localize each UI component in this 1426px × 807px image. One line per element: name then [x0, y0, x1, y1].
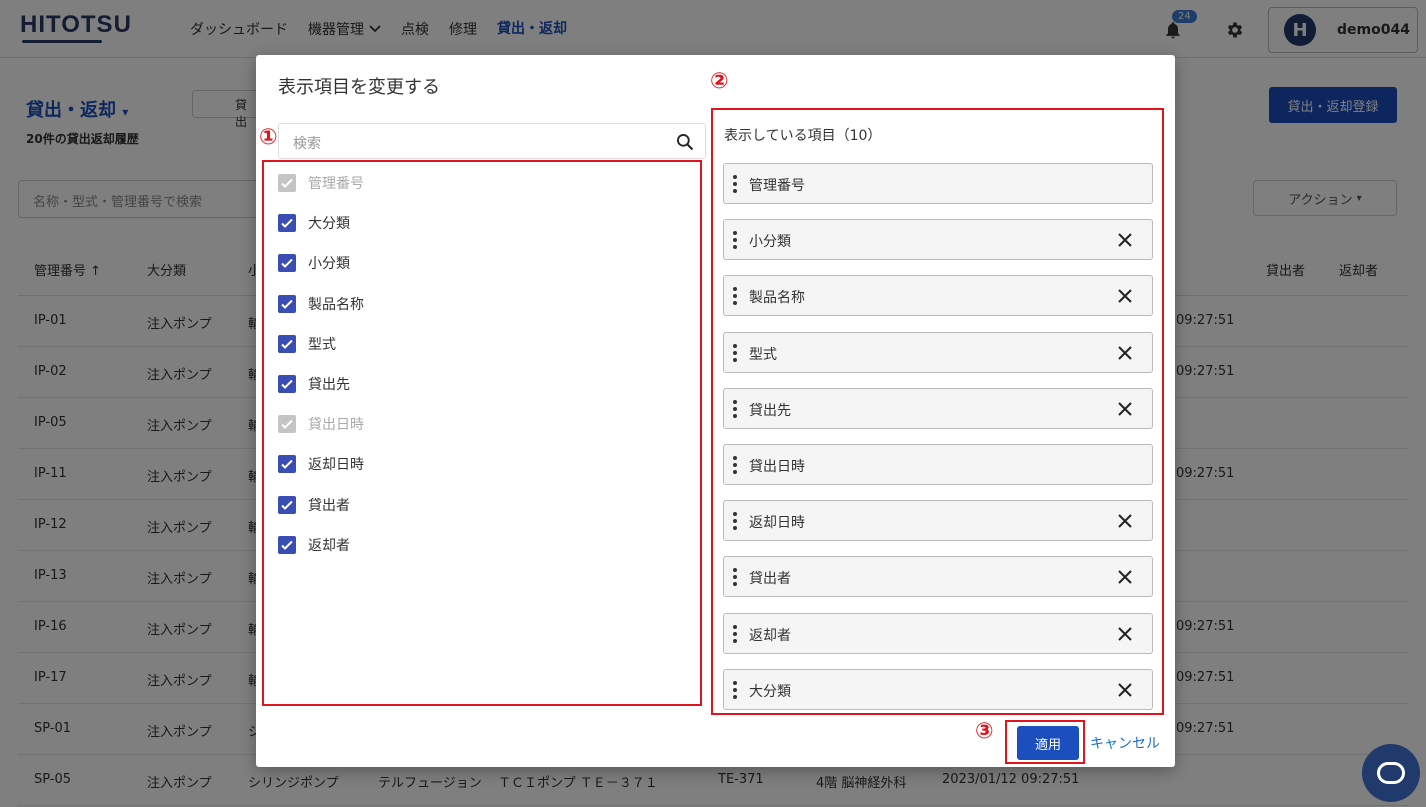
checkbox[interactable] — [278, 254, 296, 273]
column-checkbox-item[interactable]: 型式 — [278, 324, 364, 364]
checkbox-label: 貸出日時 — [308, 417, 364, 434]
shown-item[interactable]: 返却日時 — [723, 500, 1153, 542]
drag-handle-icon[interactable] — [733, 399, 737, 418]
drag-handle-icon[interactable] — [733, 568, 737, 587]
drag-handle-icon[interactable] — [733, 455, 737, 474]
column-search-input[interactable]: 検索 — [278, 123, 706, 159]
chat-icon — [1377, 762, 1405, 784]
shown-item-label: 貸出日時 — [749, 458, 805, 475]
column-checkbox-item[interactable]: 貸出先 — [278, 364, 364, 404]
shown-item[interactable]: 小分類 — [723, 219, 1153, 261]
annotation-marker-2: ② — [710, 69, 729, 94]
column-checkbox-item: 貸出日時 — [278, 404, 364, 444]
shown-item[interactable]: 貸出者 — [723, 556, 1153, 598]
shown-item[interactable]: 貸出日時 — [723, 443, 1153, 485]
shown-items-title: 表示している項目（10） — [724, 128, 882, 144]
checkbox[interactable] — [278, 375, 296, 394]
annotation-marker-1: ① — [259, 125, 278, 150]
shown-item[interactable]: 貸出先 — [723, 387, 1153, 429]
drag-handle-icon[interactable] — [733, 512, 737, 531]
shown-item[interactable]: 型式 — [723, 331, 1153, 373]
checkbox-label: 貸出者 — [308, 497, 350, 514]
close-icon[interactable] — [1116, 625, 1134, 643]
drag-handle-icon[interactable] — [733, 175, 737, 193]
column-checkbox-item[interactable]: 返却日時 — [278, 444, 364, 484]
close-icon[interactable] — [1116, 681, 1134, 699]
search-placeholder: 検索 — [293, 136, 321, 152]
chat-button[interactable] — [1362, 744, 1420, 802]
drag-handle-icon[interactable] — [733, 231, 737, 250]
column-checkbox-item[interactable]: 小分類 — [278, 243, 364, 283]
checkbox[interactable] — [278, 495, 296, 514]
checkbox[interactable] — [278, 334, 296, 353]
shown-item-label: 貸出先 — [749, 402, 791, 419]
checkbox[interactable] — [278, 535, 296, 554]
checkbox[interactable] — [278, 214, 296, 233]
column-checkbox-item[interactable]: 返却者 — [278, 525, 364, 565]
shown-item[interactable]: 返却者 — [723, 612, 1153, 654]
checkbox-label: 製品名称 — [308, 296, 364, 313]
shown-item-label: 大分類 — [749, 683, 791, 700]
close-icon[interactable] — [1116, 231, 1134, 249]
shown-item[interactable]: 大分類 — [723, 668, 1153, 710]
checkbox-label: 大分類 — [308, 216, 350, 233]
checkbox[interactable] — [278, 294, 296, 313]
close-icon[interactable] — [1116, 400, 1134, 418]
drag-handle-icon[interactable] — [733, 624, 737, 643]
close-icon[interactable] — [1116, 344, 1134, 362]
column-checkbox-item[interactable]: 製品名称 — [278, 284, 364, 324]
close-icon[interactable] — [1116, 568, 1134, 586]
checkbox-label: 管理番号 — [308, 176, 364, 193]
shown-item-label: 管理番号 — [749, 178, 805, 194]
checkbox-label: 返却日時 — [308, 457, 364, 474]
checkbox — [278, 174, 296, 193]
checkbox-label: 型式 — [308, 336, 336, 353]
column-settings-dialog: 表示項目を変更する ① ② ③ 検索 管理番号 大分類 小分類 製品名称 型式 貸出先 貸出… — [256, 55, 1175, 767]
close-icon[interactable] — [1116, 287, 1134, 305]
drag-handle-icon[interactable] — [733, 343, 737, 362]
shown-item[interactable]: 管理番号 — [723, 163, 1153, 204]
shown-item[interactable]: 製品名称 — [723, 275, 1153, 317]
checkbox-label: 小分類 — [308, 256, 350, 273]
cancel-button[interactable]: キャンセル — [1090, 733, 1160, 753]
shown-item-label: 小分類 — [749, 234, 791, 251]
column-checkbox-item: 管理番号 — [278, 163, 364, 203]
column-checkbox-item[interactable]: 貸出者 — [278, 485, 364, 525]
shown-items-list: 管理番号小分類製品名称型式貸出先貸出日時返却日時貸出者返却者大分類 — [723, 163, 1153, 725]
apply-button[interactable]: 適用 — [1017, 726, 1079, 760]
checkbox — [278, 415, 296, 434]
shown-item-label: 返却日時 — [749, 515, 805, 532]
close-icon[interactable] — [1116, 512, 1134, 530]
checkbox-label: 貸出先 — [308, 377, 350, 394]
shown-item-label: 型式 — [749, 346, 777, 363]
column-checkbox-list: 管理番号大分類小分類製品名称型式貸出先貸出日時返却日時貸出者返却者 — [278, 163, 364, 565]
shown-item-label: 返却者 — [749, 627, 791, 644]
shown-item-label: 製品名称 — [749, 290, 805, 307]
drag-handle-icon[interactable] — [733, 287, 737, 306]
checkbox-label: 返却者 — [308, 537, 350, 554]
column-checkbox-item[interactable]: 大分類 — [278, 203, 364, 243]
dialog-title: 表示項目を変更する — [278, 77, 440, 98]
checkbox[interactable] — [278, 455, 296, 474]
drag-handle-icon[interactable] — [733, 680, 737, 699]
shown-item-label: 貸出者 — [749, 571, 791, 588]
search-icon[interactable] — [675, 132, 695, 152]
